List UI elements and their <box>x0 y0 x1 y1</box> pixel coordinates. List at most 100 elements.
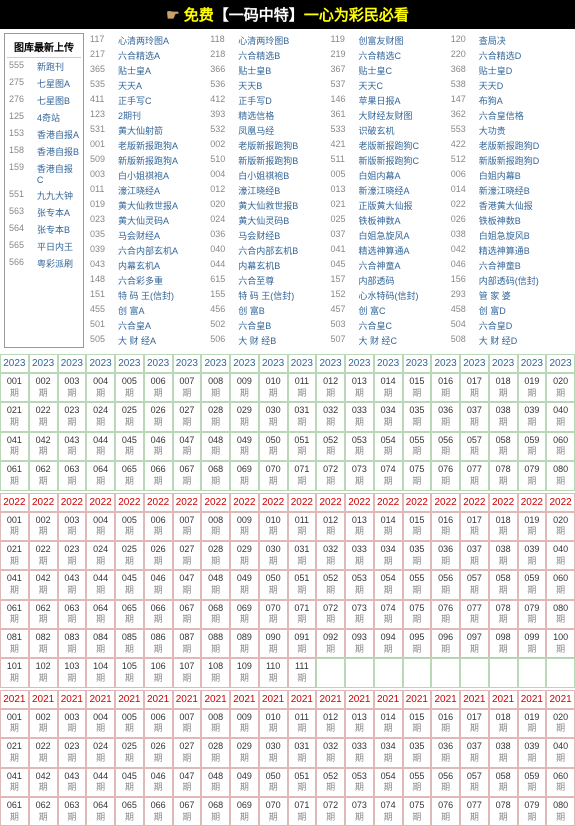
period-cell[interactable]: 028期 <box>201 738 230 767</box>
period-cell[interactable]: 039期 <box>518 541 547 570</box>
period-cell[interactable]: 105期 <box>115 658 144 687</box>
period-cell[interactable]: 071期 <box>288 461 317 490</box>
period-cell[interactable]: 044期 <box>86 768 115 797</box>
period-cell[interactable]: 040期 <box>546 541 575 570</box>
period-cell[interactable]: 098期 <box>489 629 518 658</box>
period-cell[interactable]: 058期 <box>489 432 518 461</box>
period-cell[interactable]: 077期 <box>460 461 489 490</box>
period-cell[interactable]: 026期 <box>144 402 173 431</box>
link-cell[interactable]: 157内部透码 <box>331 274 451 287</box>
period-cell[interactable]: 054期 <box>374 768 403 797</box>
period-cell[interactable]: 074期 <box>374 797 403 826</box>
period-cell[interactable]: 078期 <box>489 461 518 490</box>
period-cell[interactable]: 035期 <box>403 402 432 431</box>
period-cell[interactable]: 002期 <box>29 373 58 402</box>
link-cell[interactable]: 005白姐内幕A <box>331 169 451 182</box>
period-cell[interactable]: 039期 <box>518 738 547 767</box>
link-cell[interactable]: 020黄大仙救世报B <box>210 199 330 212</box>
link-cell[interactable]: 368贴士皇D <box>451 64 571 77</box>
period-cell[interactable]: 072期 <box>316 600 345 629</box>
link-cell[interactable]: 013新濠江晓经A <box>331 184 451 197</box>
period-cell[interactable]: 052期 <box>316 570 345 599</box>
period-cell[interactable]: 070期 <box>259 600 288 629</box>
link-cell[interactable]: 006白姐内幕B <box>451 169 571 182</box>
period-cell[interactable]: 053期 <box>345 570 374 599</box>
period-cell[interactable]: 075期 <box>403 600 432 629</box>
period-cell[interactable]: 053期 <box>345 768 374 797</box>
period-cell[interactable]: 057期 <box>460 570 489 599</box>
period-cell[interactable]: 052期 <box>316 432 345 461</box>
link-cell[interactable]: 011濠江晓经A <box>90 184 210 197</box>
link-cell[interactable]: 536天天B <box>210 79 330 92</box>
period-cell[interactable]: 062期 <box>29 797 58 826</box>
period-cell[interactable]: 111期 <box>288 658 317 687</box>
period-cell[interactable]: 016期 <box>431 373 460 402</box>
period-cell[interactable]: 063期 <box>58 461 87 490</box>
period-cell[interactable]: 072期 <box>316 461 345 490</box>
link-cell[interactable]: 024黄大仙灵码B <box>210 214 330 227</box>
period-cell[interactable]: 109期 <box>230 658 259 687</box>
link-cell[interactable]: 535天天A <box>90 79 210 92</box>
link-cell[interactable]: 151特 码 王(信封) <box>90 289 210 302</box>
period-cell[interactable]: 061期 <box>0 797 29 826</box>
period-cell[interactable]: 071期 <box>288 600 317 629</box>
link-cell[interactable]: 506大 财 经B <box>210 334 330 347</box>
link-cell[interactable]: 366贴士皇B <box>210 64 330 77</box>
period-cell[interactable]: 019期 <box>518 709 547 738</box>
period-cell[interactable]: 020期 <box>546 373 575 402</box>
period-cell[interactable]: 029期 <box>230 738 259 767</box>
period-cell[interactable]: 073期 <box>345 461 374 490</box>
period-cell[interactable]: 033期 <box>345 738 374 767</box>
period-cell[interactable]: 100期 <box>546 629 575 658</box>
period-cell[interactable]: 074期 <box>374 461 403 490</box>
link-cell[interactable]: 021正版黄大仙报 <box>331 199 451 212</box>
period-cell[interactable]: 004期 <box>86 512 115 541</box>
period-cell[interactable]: 106期 <box>144 658 173 687</box>
period-cell[interactable]: 049期 <box>230 768 259 797</box>
link-cell[interactable]: 043内幕玄机A <box>90 259 210 272</box>
link-cell[interactable]: 002老版新报跑狗B <box>210 139 330 152</box>
period-cell[interactable]: 099期 <box>518 629 547 658</box>
period-cell[interactable]: 080期 <box>546 600 575 629</box>
period-cell[interactable]: 069期 <box>230 461 259 490</box>
period-cell[interactable]: 054期 <box>374 570 403 599</box>
period-cell[interactable]: 066期 <box>144 600 173 629</box>
period-cell[interactable]: 032期 <box>316 738 345 767</box>
link-cell[interactable]: 217六合精选A <box>90 49 210 62</box>
link-cell[interactable]: 412正手写D <box>210 94 330 107</box>
period-cell[interactable]: 070期 <box>259 461 288 490</box>
period-cell[interactable]: 108期 <box>201 658 230 687</box>
period-cell[interactable]: 069期 <box>230 600 259 629</box>
period-cell[interactable]: 001期 <box>0 512 29 541</box>
period-cell[interactable]: 048期 <box>201 432 230 461</box>
period-cell[interactable]: 060期 <box>546 432 575 461</box>
period-cell[interactable]: 003期 <box>58 373 87 402</box>
period-cell[interactable]: 008期 <box>201 373 230 402</box>
link-cell[interactable]: 218六合精选B <box>210 49 330 62</box>
period-cell[interactable]: 075期 <box>403 797 432 826</box>
period-cell[interactable]: 038期 <box>489 738 518 767</box>
period-cell[interactable]: 055期 <box>403 432 432 461</box>
period-cell[interactable]: 037期 <box>460 402 489 431</box>
link-cell[interactable]: 411正手写C <box>90 94 210 107</box>
period-cell[interactable]: 001期 <box>0 709 29 738</box>
period-cell[interactable]: 073期 <box>345 797 374 826</box>
period-cell[interactable]: 007期 <box>173 373 202 402</box>
period-cell[interactable]: 060期 <box>546 768 575 797</box>
link-cell[interactable]: 393精选信格 <box>210 109 330 122</box>
period-cell[interactable]: 070期 <box>259 797 288 826</box>
link-cell[interactable]: 421老版新报跑狗C <box>331 139 451 152</box>
period-cell[interactable]: 023期 <box>58 541 87 570</box>
link-cell[interactable]: 455创 富A <box>90 304 210 317</box>
period-cell[interactable]: 010期 <box>259 373 288 402</box>
link-cell[interactable]: 503六合皇C <box>331 319 451 332</box>
period-cell[interactable]: 010期 <box>259 709 288 738</box>
period-cell[interactable]: 033期 <box>345 541 374 570</box>
period-cell[interactable]: 019期 <box>518 373 547 402</box>
link-cell[interactable]: 041精选神算通A <box>331 244 451 257</box>
period-cell[interactable]: 029期 <box>230 402 259 431</box>
period-cell[interactable]: 033期 <box>345 402 374 431</box>
period-cell[interactable]: 049期 <box>230 570 259 599</box>
period-cell[interactable]: 015期 <box>403 709 432 738</box>
period-cell[interactable]: 036期 <box>431 402 460 431</box>
